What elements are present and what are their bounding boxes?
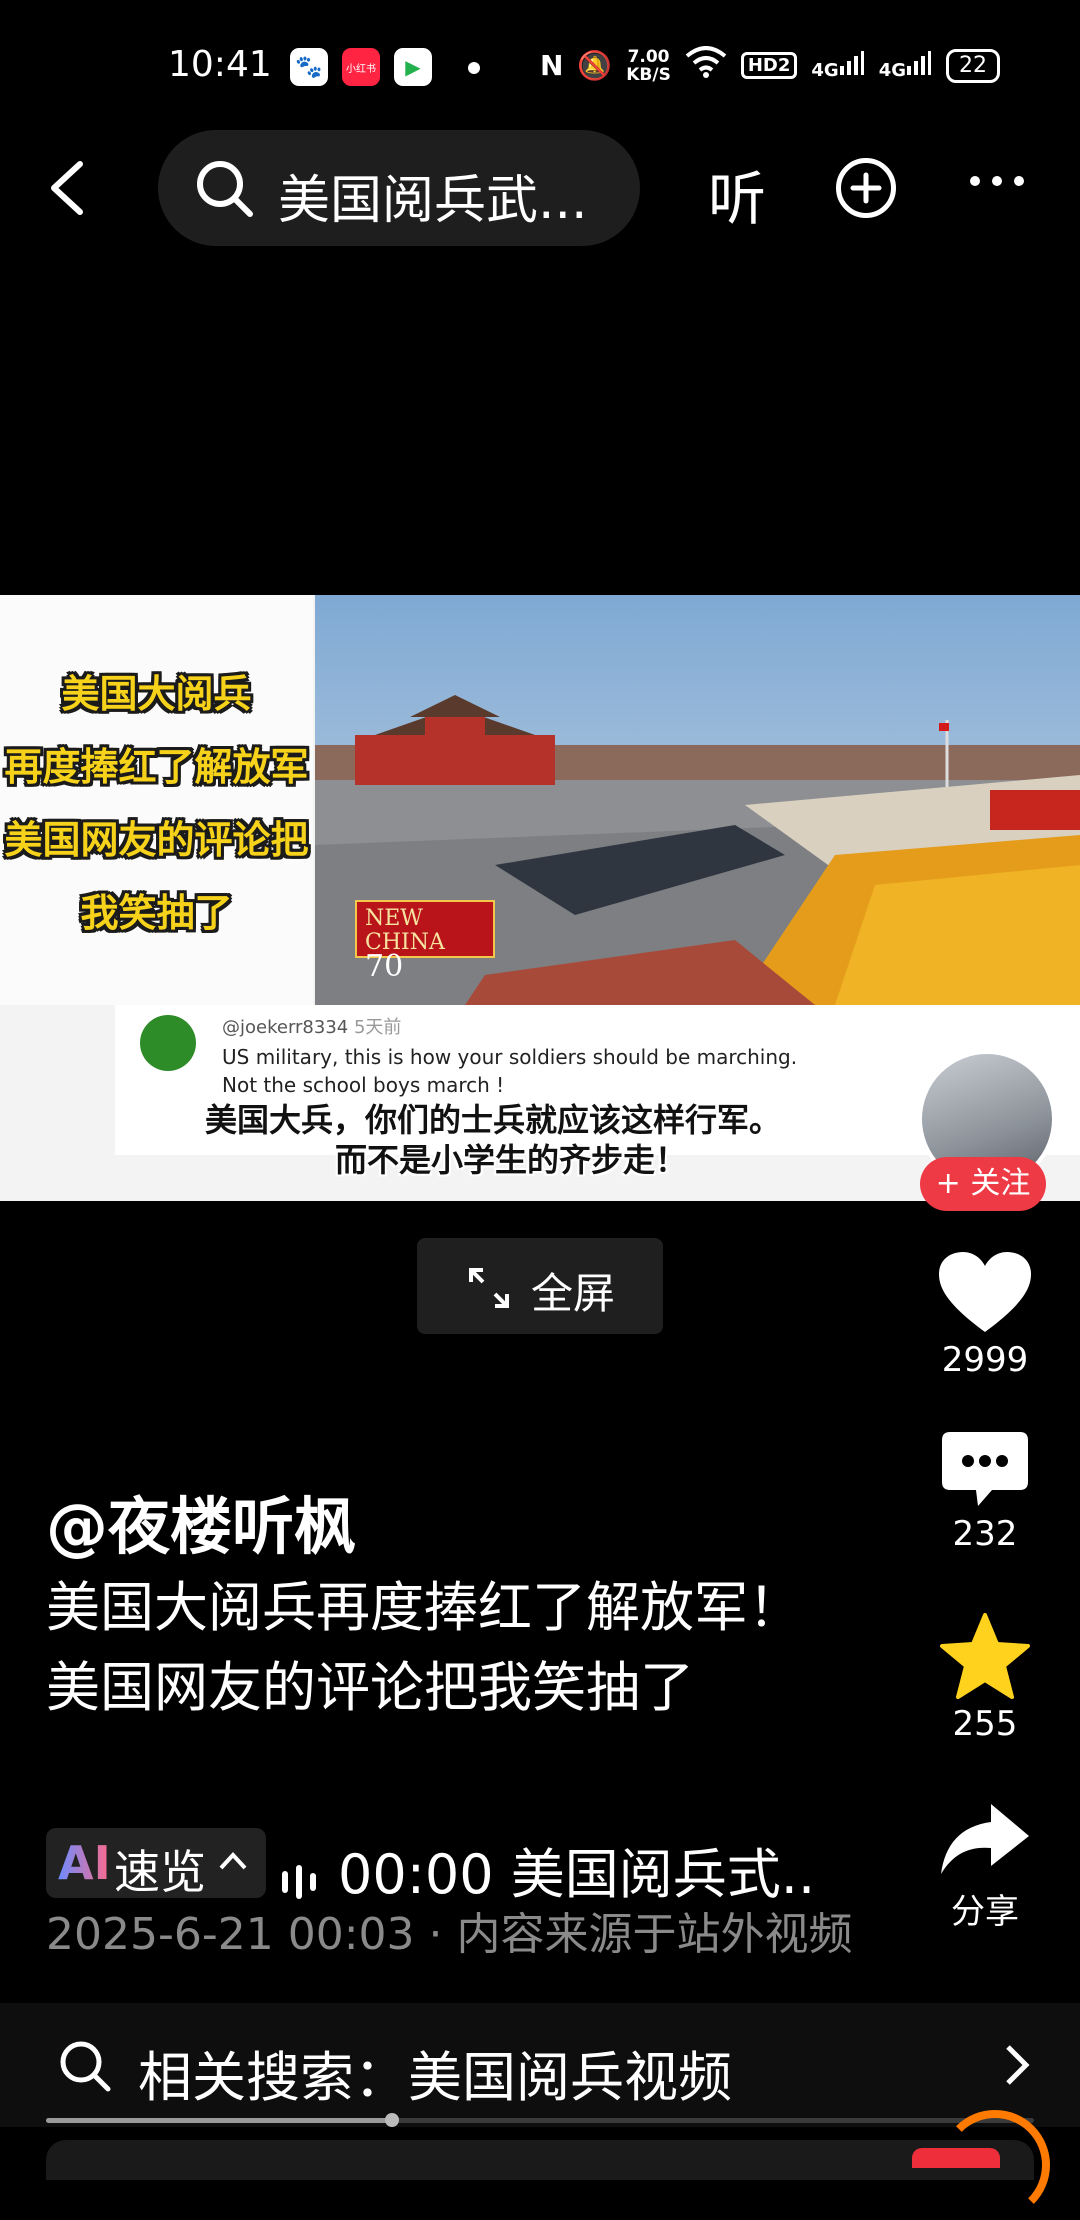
more-dot-icon <box>970 176 980 186</box>
comment-line: US military, this is how your soldiers s… <box>222 1045 798 1069</box>
chevron-up-icon <box>219 1852 247 1870</box>
overlay-line: 再度捧红了解放军 <box>4 745 309 789</box>
add-button[interactable] <box>836 158 896 218</box>
share-arrow-icon <box>941 1804 1029 1874</box>
meta-separator: · <box>428 1909 443 1960</box>
follow-button[interactable]: + 关注 <box>920 1157 1046 1211</box>
progress-fill <box>46 2118 392 2123</box>
loading-arc-icon <box>940 2110 1050 2220</box>
logo-text: 70 <box>365 949 404 984</box>
author-name[interactable]: @夜楼听枫 <box>46 1476 356 1566</box>
search-query: 美国阅兵武... <box>278 171 588 231</box>
share-label: 分享 <box>951 1892 1019 1932</box>
audio-time: 00:00 <box>338 1843 494 1906</box>
back-arrow-icon <box>51 161 83 215</box>
more-notifications-dot <box>468 62 480 74</box>
status-bar: 10:41 🐾 小红书 ▶ N 🔕 7.00 KB/S HD2 4G 4G 22 <box>0 0 1080 130</box>
comment-button[interactable]: 232 <box>920 1430 1050 1554</box>
heart-icon <box>939 1252 1031 1332</box>
chevron-right-icon <box>1006 2045 1030 2085</box>
ai-summary-label: 速览 <box>114 1845 206 1899</box>
signal-1-icon: 4G <box>811 50 864 81</box>
mute-icon: 🔕 <box>577 49 613 82</box>
signal-1-label: 4G <box>811 60 839 81</box>
overlay-line: 美国网友的评论把 <box>4 818 309 862</box>
expand-icon <box>469 1268 509 1308</box>
related-search-label: 相关搜索：美国阅兵视频 <box>138 2046 732 2109</box>
listen-button[interactable]: 听 <box>708 152 766 236</box>
comment-time: 5天前 <box>353 1017 402 1038</box>
post-source: 内容来源于站外视频 <box>456 1909 853 1960</box>
overlay-line: 美国大阅兵 <box>61 672 252 716</box>
like-button[interactable]: 2999 <box>920 1250 1050 1380</box>
comment-bubble-icon <box>942 1432 1028 1506</box>
logo-text: NEW <box>365 906 423 931</box>
search-icon <box>197 161 253 217</box>
overlay-line: 我笑抽了 <box>80 891 233 935</box>
video-title-overlay: 美国大阅兵 再度捧红了解放军 美国网友的评论把 我笑抽了 <box>0 595 313 1005</box>
net-speed: 7.00 KB/S <box>626 48 671 84</box>
comment-line: Not the school boys march ! <box>222 1073 505 1097</box>
fullscreen-button[interactable]: 全屏 <box>417 1238 663 1334</box>
signal-2-label: 4G <box>878 60 906 81</box>
notification-icons: 🐾 小红书 ▶ <box>290 48 432 86</box>
status-time: 10:41 <box>168 44 272 85</box>
back-button[interactable] <box>40 148 96 228</box>
commenter-avatar <box>140 1015 196 1071</box>
new-china-70-logo: NEW CHINA 70 <box>355 900 495 982</box>
star-icon <box>940 1613 1030 1699</box>
like-count: 2999 <box>941 1340 1029 1380</box>
net-speed-value: 7.00 <box>627 46 670 67</box>
comment-user: @joekerr8334 5天前 <box>222 1013 401 1039</box>
search-bar[interactable]: 美国阅兵武... <box>158 130 640 246</box>
more-dot-icon <box>992 176 1002 186</box>
favorite-button[interactable]: 255 <box>920 1612 1050 1744</box>
more-dot-icon <box>1014 176 1024 186</box>
fullscreen-label: 全屏 <box>531 1269 616 1318</box>
video-progress-bar[interactable] <box>46 2113 1034 2127</box>
progress-knob[interactable] <box>384 2113 399 2127</box>
plus-icon <box>850 172 882 204</box>
share-button[interactable]: 分享 <box>920 1800 1050 1933</box>
nfc-icon: N <box>539 49 564 82</box>
battery-icon: 22 <box>946 48 1000 83</box>
related-search-bar[interactable]: 相关搜索：美国阅兵视频 <box>0 2003 1080 2127</box>
comment-count: 232 <box>952 1514 1018 1554</box>
audio-title: 美国阅兵式.. <box>510 1843 816 1906</box>
wifi-icon <box>685 46 727 85</box>
subtitle-line: 而不是小学生的齐步走！ <box>335 1141 688 1179</box>
video-app-icon: ▶ <box>394 48 432 86</box>
comment-username: @joekerr8334 <box>222 1017 349 1038</box>
comment-text: US military, this is how your soldiers s… <box>222 1043 842 1099</box>
hd-badge: HD2 <box>740 52 798 79</box>
post-description[interactable]: 美国大阅兵再度捧红了解放军！美国网友的评论把我笑抽了 <box>46 1568 816 1728</box>
ai-summary-button[interactable]: AI 速览 <box>46 1828 266 1899</box>
net-speed-unit: KB/S <box>626 64 671 85</box>
xiaohongshu-icon: 小红书 <box>342 48 380 86</box>
system-icons: N 🔕 7.00 KB/S HD2 4G 4G 22 <box>540 46 1000 85</box>
post-meta: 2025-6-21 00:03 · 内容来源于站外视频 <box>46 1898 853 1962</box>
search-icon <box>60 2041 111 2092</box>
more-button[interactable] <box>970 176 1024 186</box>
signal-2-icon: 4G <box>879 50 932 81</box>
post-date: 2025-6-21 00:03 <box>46 1909 415 1960</box>
baidu-icon: 🐾 <box>290 48 328 86</box>
bottom-panel <box>46 2140 1034 2180</box>
favorite-count: 255 <box>952 1704 1018 1744</box>
ai-label: AI <box>58 1836 111 1890</box>
